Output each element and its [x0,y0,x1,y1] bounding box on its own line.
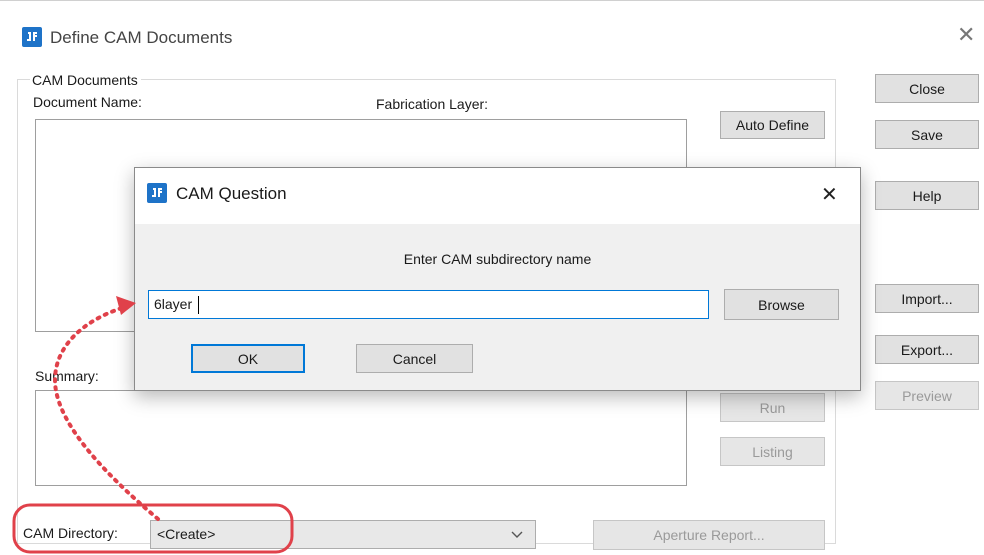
annotation-dotted-arrow [52,306,160,521]
annotation-overlay [12,296,294,554]
annotation-highlight-box [12,503,294,554]
annotation-arrowhead [116,296,136,315]
